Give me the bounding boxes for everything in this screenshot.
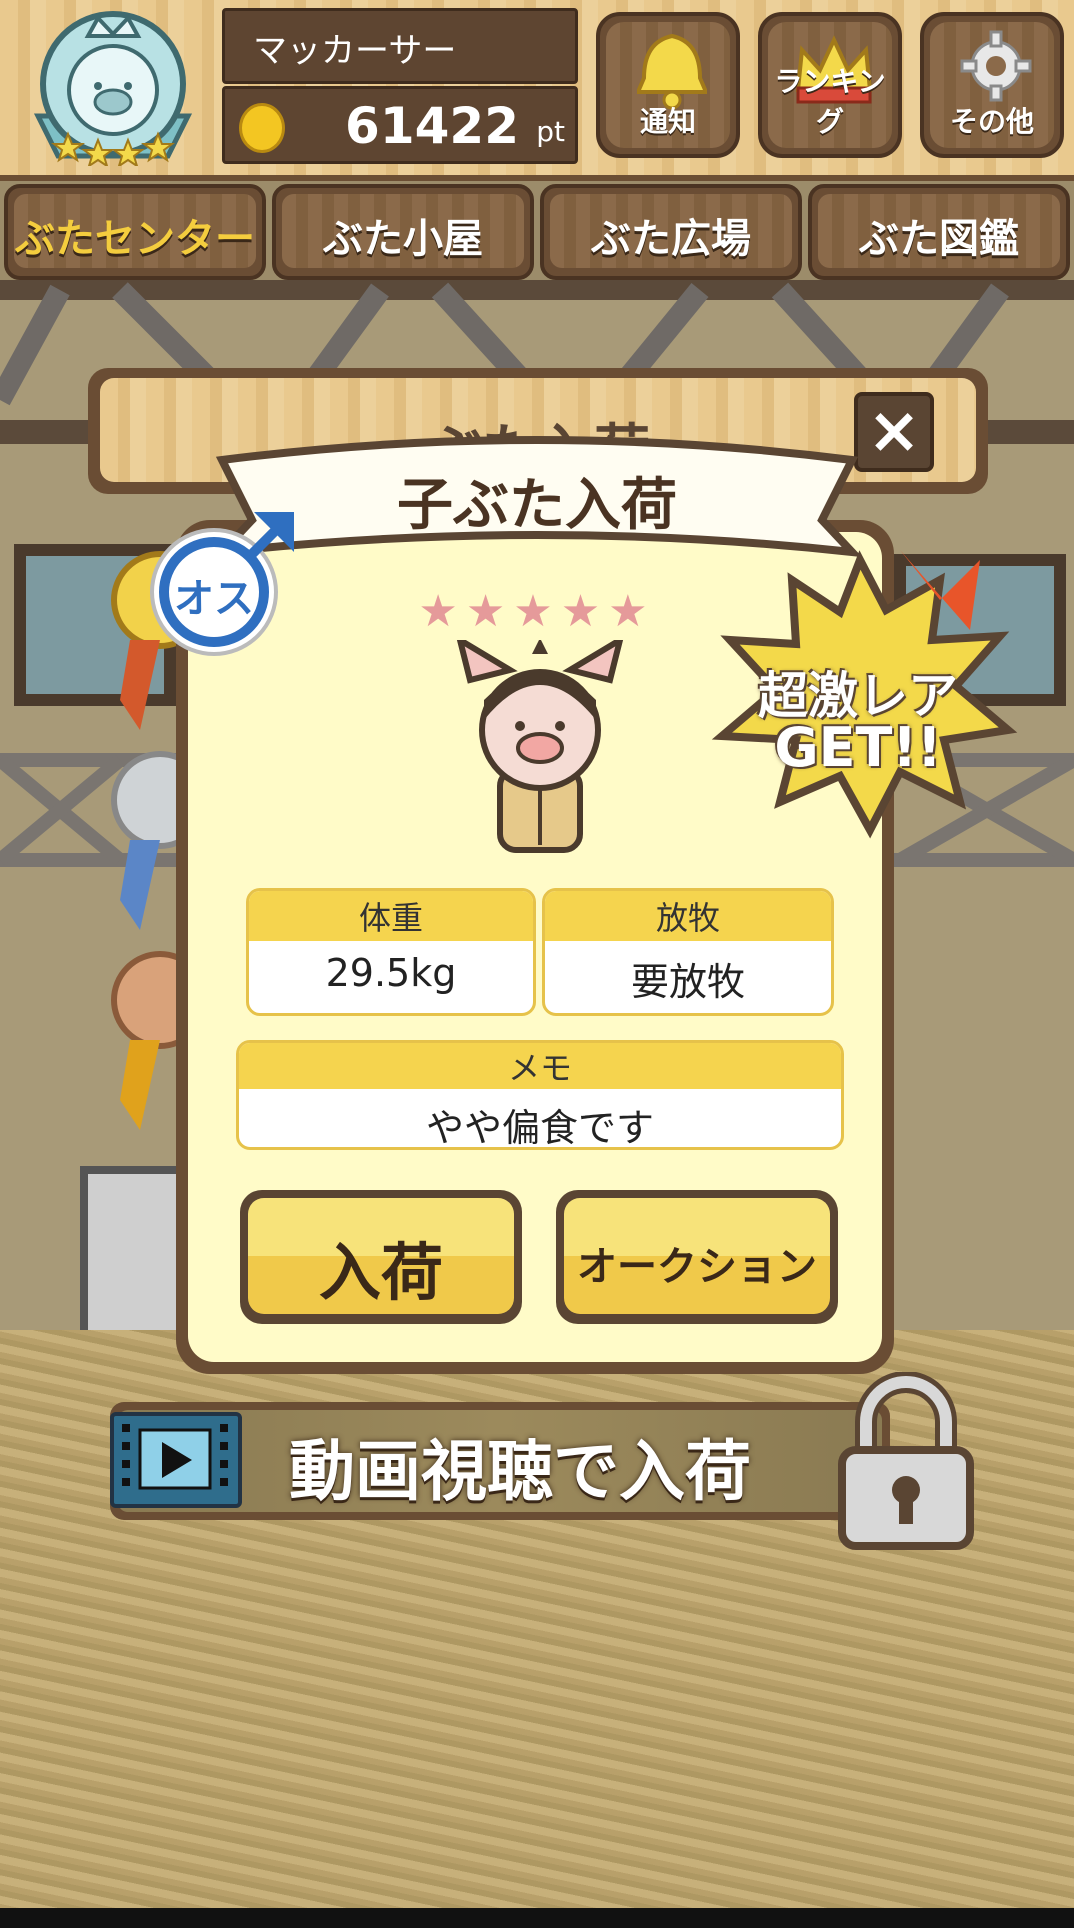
close-button[interactable]: × [854, 392, 934, 472]
close-icon: × [867, 394, 921, 468]
memo-box: メモ やや偏食です [236, 1040, 844, 1150]
top-bar: マッカーサー 61422 pt 通知 ランキング その他 [0, 0, 1074, 181]
lock-icon [838, 1372, 974, 1550]
tab-buta-hut[interactable]: ぶた小屋 [272, 184, 534, 280]
piglet-character [456, 640, 624, 853]
gear-icon [960, 30, 1032, 102]
receive-label: 入荷 [318, 1236, 443, 1309]
ranking-button[interactable]: ランキング [758, 12, 902, 158]
tab-label: ぶた図鑑 [859, 216, 1019, 262]
player-name: マッカーサー [253, 31, 457, 71]
weight-label: 体重 [249, 891, 533, 941]
dialog-title: 子ぶた入荷 [397, 473, 677, 538]
auction-label: オークション [577, 1244, 817, 1290]
memo-label: メモ [239, 1043, 841, 1089]
coin-icon [239, 103, 285, 153]
player-name-box: マッカーサー [222, 8, 578, 84]
player-rank-badge[interactable] [18, 6, 208, 166]
tab-label: ぶた広場 [591, 216, 751, 262]
tab-label: ぶた小屋 [323, 216, 483, 262]
tab-buta-center[interactable]: ぶたセンター [4, 184, 266, 280]
system-nav-strip [0, 1908, 1074, 1928]
tab-buta-plaza[interactable]: ぶた広場 [540, 184, 802, 280]
grazing-value: 要放牧 [630, 960, 745, 1004]
points-value: 61422 [345, 97, 519, 155]
points-box: 61422 pt [222, 86, 578, 164]
receive-button[interactable]: 入荷 [240, 1190, 522, 1324]
tab-label: ぶたセンター [15, 216, 255, 262]
bell-icon [637, 33, 707, 110]
notification-button[interactable]: 通知 [596, 12, 740, 158]
grazing-label: 放牧 [545, 891, 831, 941]
points-unit: pt [536, 115, 565, 148]
memo-value: やや偏食です [425, 1106, 654, 1150]
grazing-box: 放牧 要放牧 [542, 888, 834, 1016]
other-menu-button[interactable]: その他 [920, 12, 1064, 158]
weight-box: 体重 29.5kg [246, 888, 536, 1016]
ranking-label: ランキング [774, 65, 886, 138]
video-play-icon [110, 1412, 242, 1508]
other-menu-label: その他 [949, 105, 1034, 138]
notification-label: 通知 [639, 105, 696, 138]
tab-buta-encyclopedia[interactable]: ぶた図鑑 [808, 184, 1070, 280]
weight-value: 29.5kg [325, 951, 457, 995]
watch-video-label: 動画視聴で入荷 [289, 1433, 751, 1510]
rare-burst-line2: GET!! [774, 716, 942, 779]
auction-button[interactable]: オークション [556, 1190, 838, 1324]
